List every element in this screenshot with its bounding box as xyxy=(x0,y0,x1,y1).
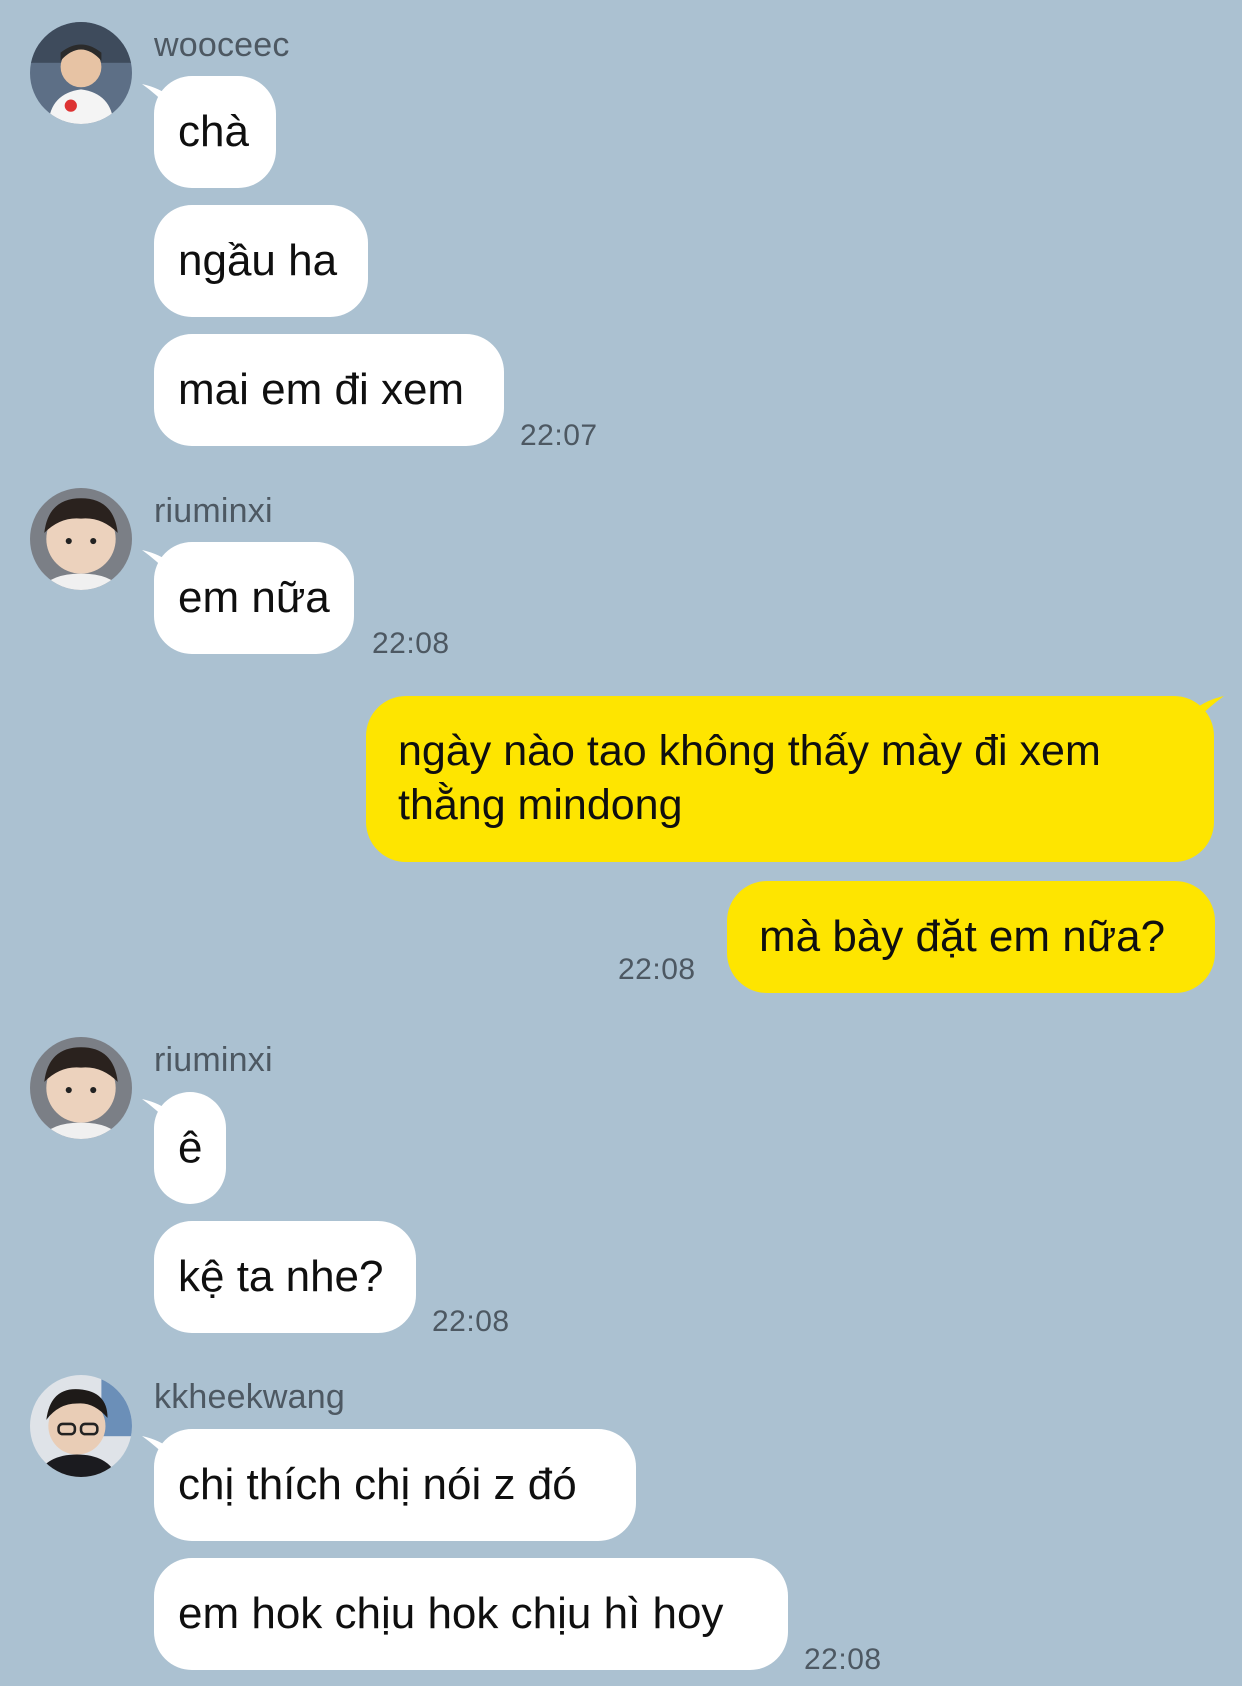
message-bubble[interactable]: chị thích chị nói z đó xyxy=(154,1429,636,1541)
message-text: chà xyxy=(178,107,249,157)
message-time: 22:08 xyxy=(432,1305,510,1338)
sender-name: riuminxi xyxy=(154,492,273,530)
user-avatar-icon xyxy=(30,22,132,124)
avatar-wooceec[interactable] xyxy=(30,22,132,124)
message-bubble[interactable]: kệ ta nhe? xyxy=(154,1221,416,1333)
sender-name: wooceec xyxy=(154,26,290,64)
message-text: em nữa xyxy=(178,573,330,623)
user-avatar-icon xyxy=(30,488,132,590)
message-text: ngày nào tao không thấy mày đi xem thằng… xyxy=(398,727,1101,829)
message-text: ê xyxy=(178,1123,203,1173)
message-bubble[interactable]: chà xyxy=(154,76,276,188)
message-text: chị thích chị nói z đó xyxy=(178,1460,577,1510)
message-time: 22:08 xyxy=(804,1643,882,1676)
avatar-riuminxi[interactable] xyxy=(30,1037,132,1139)
message-bubble-outgoing[interactable]: ngày nào tao không thấy mày đi xem thằng… xyxy=(366,696,1214,862)
user-avatar-icon xyxy=(30,1037,132,1139)
sender-name: riuminxi xyxy=(154,1041,273,1079)
message-text: em hok chịu hok chịu hì hoy xyxy=(178,1589,724,1639)
message-bubble[interactable]: em nữa xyxy=(154,542,354,654)
message-bubble[interactable]: mai em đi xem xyxy=(154,334,504,446)
message-time: 22:07 xyxy=(520,419,598,452)
message-text: mà bày đặt em nữa? xyxy=(759,912,1166,962)
message-time: 22:08 xyxy=(372,627,450,660)
avatar-kkheekwang[interactable] xyxy=(30,1375,132,1477)
message-text: ngầu ha xyxy=(178,236,338,286)
message-bubble[interactable]: ê xyxy=(154,1092,226,1204)
avatar-riuminxi[interactable] xyxy=(30,488,132,590)
sender-name: kkheekwang xyxy=(154,1378,346,1416)
user-avatar-icon xyxy=(30,1375,132,1477)
message-time: 22:08 xyxy=(618,953,696,986)
message-text: kệ ta nhe? xyxy=(178,1252,384,1302)
message-text: mai em đi xem xyxy=(178,365,465,415)
message-bubble[interactable]: ngầu ha xyxy=(154,205,368,317)
message-bubble-outgoing[interactable]: mà bày đặt em nữa? xyxy=(727,881,1215,993)
message-bubble[interactable]: em hok chịu hok chịu hì hoy xyxy=(154,1558,788,1670)
